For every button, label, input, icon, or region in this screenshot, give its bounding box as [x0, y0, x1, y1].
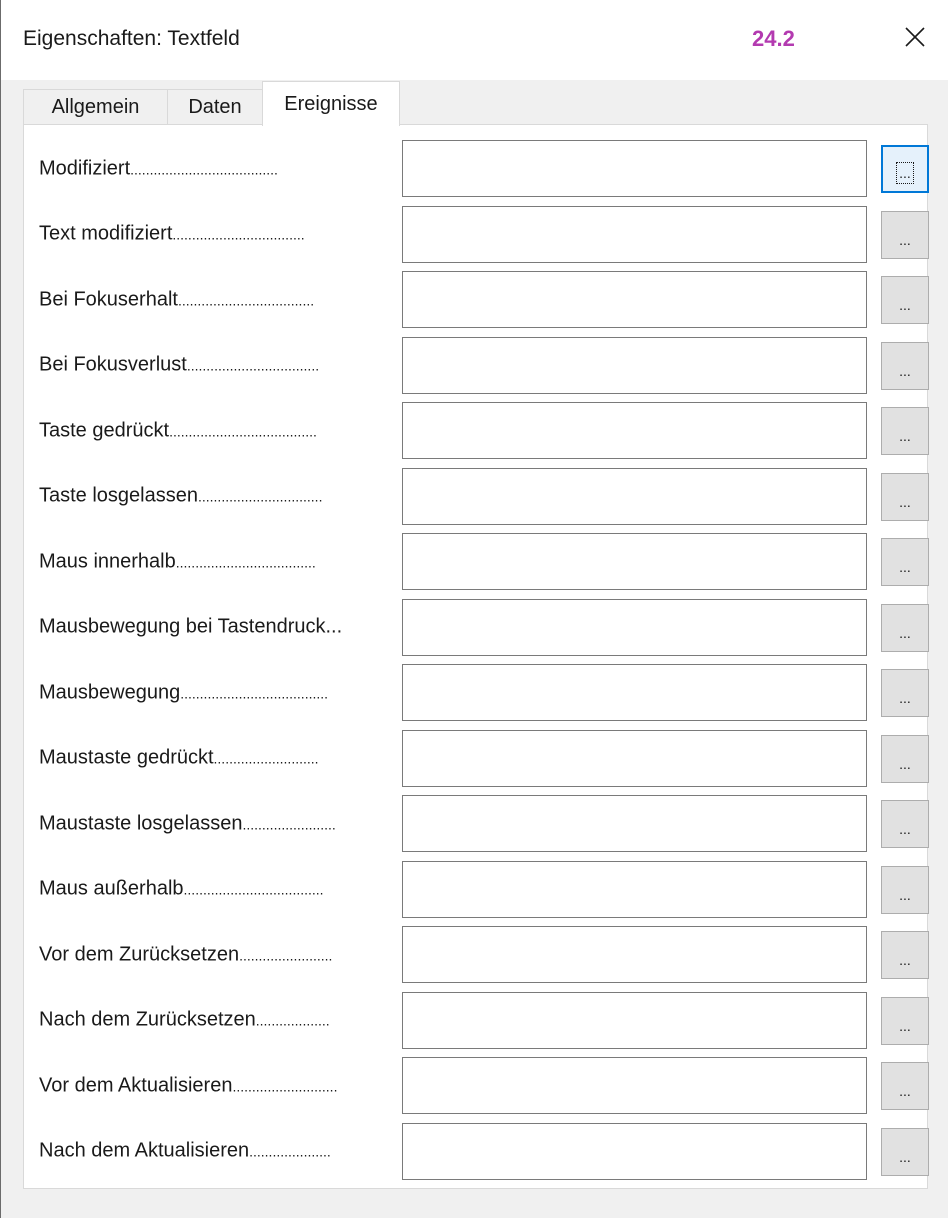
tab-label: Ereignisse [284, 92, 378, 115]
event-label: Taste losgelassen.......................… [39, 484, 323, 507]
event-macro-field[interactable] [402, 205, 867, 263]
assign-macro-button[interactable]: ... [881, 1062, 929, 1110]
event-row-maustaste-losgelassen: Maustaste losgelassen...................… [24, 795, 929, 852]
title-bar: Eigenschaften: Textfeld 24.2 [1, 0, 948, 80]
assign-macro-button[interactable]: ... [881, 210, 929, 259]
assign-macro-button[interactable]: ... [881, 603, 929, 652]
event-label: Maustaste losgelassen...................… [39, 812, 336, 834]
event-row-taste-gedrueckt: Taste gedrückt..........................… [24, 402, 929, 459]
assign-macro-button[interactable]: ... [881, 1127, 929, 1176]
close-icon [905, 27, 925, 47]
event-row-bei-fokusverlust: Bei Fokusverlust........................… [24, 336, 929, 394]
tab-strip: Allgemein Daten Ereignisse [23, 81, 923, 126]
event-macro-field[interactable] [402, 664, 867, 721]
event-macro-field[interactable] [402, 860, 867, 918]
event-row-vor-dem-zuruecksetzen: Vor dem Zurücksetzen....................… [24, 926, 929, 983]
assign-macro-button[interactable]: ... [881, 276, 929, 324]
event-row-bei-fokuserhalt: Bei Fokuserhalt.........................… [24, 271, 929, 328]
event-label: Bei Fokusverlust........................… [39, 353, 320, 376]
event-label: Bei Fokuserhalt.........................… [39, 288, 315, 310]
event-macro-field[interactable] [402, 1057, 867, 1114]
event-row-text-modifiziert: Text modifiziert........................… [24, 205, 929, 263]
assign-macro-button[interactable]: ... [881, 669, 929, 717]
assign-macro-button[interactable]: ... [881, 145, 929, 193]
event-row-maus-ausserhalb: Maus außerhalb..........................… [24, 860, 929, 918]
event-row-taste-losgelassen: Taste losgelassen.......................… [24, 467, 929, 525]
event-label: Taste gedrückt..........................… [39, 419, 317, 441]
properties-dialog: Eigenschaften: Textfeld 24.2 Allgemein D… [0, 0, 948, 1218]
dialog-title: Eigenschaften: Textfeld [23, 27, 240, 50]
assign-macro-button[interactable]: ... [881, 472, 929, 521]
event-macro-field[interactable] [402, 729, 867, 787]
assign-macro-button[interactable]: ... [881, 734, 929, 783]
assign-macro-button[interactable]: ... [881, 800, 929, 848]
event-row-modifiziert: Modifiziert.............................… [24, 140, 929, 197]
assign-macro-button[interactable]: ... [881, 341, 929, 390]
event-label: Vor dem Zurücksetzen....................… [39, 943, 333, 965]
tab-label: Daten [188, 96, 242, 118]
event-label: Nach dem Aktualisieren..................… [39, 1139, 331, 1162]
event-macro-field[interactable] [402, 402, 867, 459]
event-row-maustaste-gedrueckt: Maustaste gedrückt......................… [24, 729, 929, 787]
event-macro-field[interactable] [402, 598, 867, 656]
event-macro-field[interactable] [402, 1122, 867, 1180]
event-row-maus-innerhalb: Maus innerhalb..........................… [24, 533, 929, 590]
assign-macro-button[interactable]: ... [881, 931, 929, 979]
tab-label: Allgemein [51, 96, 140, 118]
event-row-mausbewegung-bei-tastendruck: Mausbewegung bei Tastendruck... ... [24, 598, 929, 656]
event-macro-field[interactable] [402, 467, 867, 525]
event-label: Maustaste gedrückt......................… [39, 746, 319, 769]
assign-macro-button[interactable]: ... [881, 407, 929, 455]
event-label: Mausbewegung............................… [39, 681, 329, 703]
event-row-vor-dem-aktualisieren: Vor dem Aktualisieren...................… [24, 1057, 929, 1114]
event-label: Maus innerhalb..........................… [39, 550, 316, 572]
close-button[interactable] [893, 15, 937, 59]
event-label: Text modifiziert........................… [39, 222, 305, 245]
event-row-mausbewegung: Mausbewegung............................… [24, 664, 929, 721]
tab-daten[interactable]: Daten [167, 89, 263, 125]
event-label: Maus außerhalb..........................… [39, 877, 324, 900]
tab-allgemein[interactable]: Allgemein [23, 89, 168, 125]
event-macro-field[interactable] [402, 795, 867, 852]
assign-macro-button[interactable]: ... [881, 538, 929, 586]
event-macro-field[interactable] [402, 140, 867, 197]
event-macro-field[interactable] [402, 926, 867, 983]
event-label: Mausbewegung bei Tastendruck... [39, 615, 343, 638]
event-macro-field[interactable] [402, 991, 867, 1049]
event-row-nach-dem-aktualisieren: Nach dem Aktualisieren..................… [24, 1122, 929, 1180]
events-panel: Modifiziert.............................… [23, 124, 929, 1189]
version-label: 24.2 [752, 26, 795, 51]
assign-macro-button[interactable]: ... [881, 996, 929, 1045]
event-row-nach-dem-zuruecksetzen: Nach dem Zurücksetzen...................… [24, 991, 929, 1049]
event-label: Nach dem Zurücksetzen................... [39, 1008, 330, 1031]
event-label: Vor dem Aktualisieren...................… [39, 1074, 338, 1096]
tab-ereignisse[interactable]: Ereignisse [262, 81, 400, 126]
assign-macro-button[interactable]: ... [881, 865, 929, 914]
event-macro-field[interactable] [402, 271, 867, 328]
event-macro-field[interactable] [402, 533, 867, 590]
event-macro-field[interactable] [402, 336, 867, 394]
event-label: Modifiziert.............................… [39, 157, 278, 179]
